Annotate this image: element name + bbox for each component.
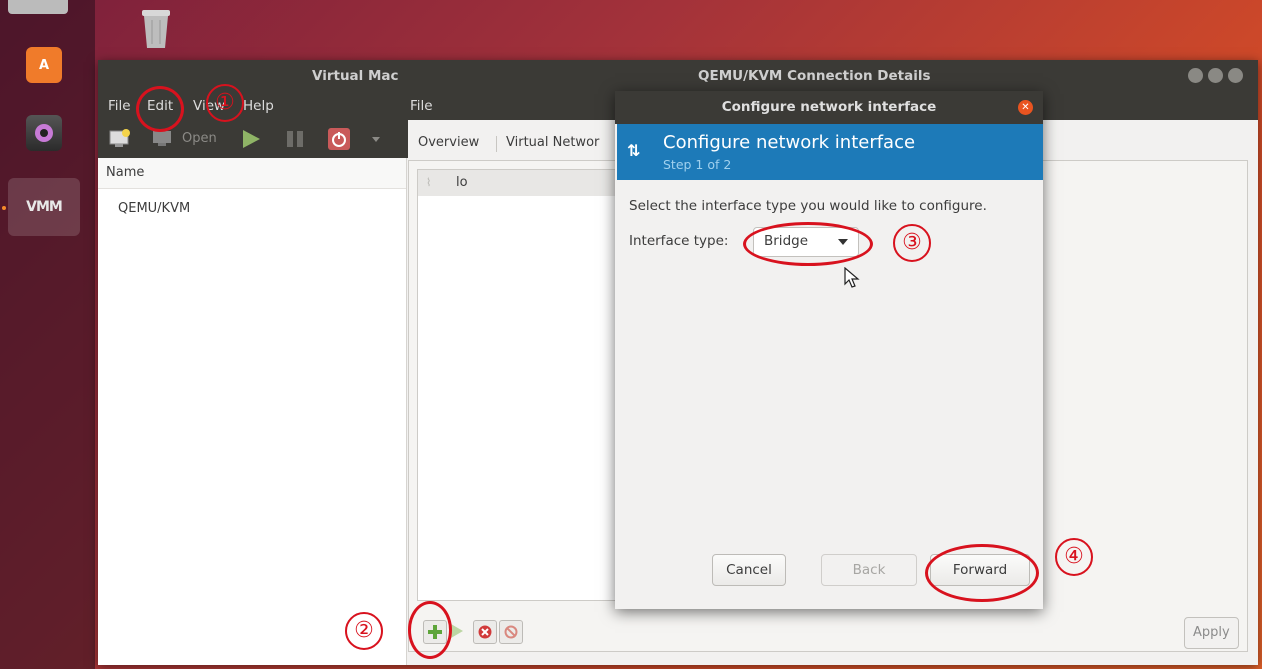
manager-title: Virtual Mac: [312, 68, 399, 84]
stop-interface-button[interactable]: [473, 620, 497, 644]
dock: A VMM: [0, 0, 95, 669]
interface-name: lo: [456, 175, 468, 190]
annotation-number-2: ②: [345, 612, 383, 650]
annotation-number-1: ①: [206, 84, 244, 122]
maximize-button[interactable]: [1208, 68, 1223, 83]
interface-type-label: Interface type:: [629, 233, 729, 249]
tab-separator: [496, 136, 497, 152]
webcam-launcher[interactable]: [8, 104, 80, 162]
dock-top-icon[interactable]: [8, 0, 68, 14]
dialog-title: Configure network interface: [615, 91, 1043, 124]
menu-file[interactable]: File: [108, 98, 131, 114]
network-interface-icon: ⇅: [627, 141, 641, 160]
dock-running-indicator: [2, 206, 6, 210]
stop-icon: [478, 625, 492, 639]
banner-title: Configure network interface: [663, 132, 916, 153]
annotation-ring-edit: [136, 86, 184, 132]
virt-manager-launcher[interactable]: VMM: [8, 178, 80, 236]
back-button[interactable]: Back: [821, 554, 917, 586]
open-button-label[interactable]: Open: [182, 131, 217, 146]
configure-network-interface-dialog: Configure network interface ✕ ⇅ Configur…: [615, 91, 1043, 609]
close-window-button[interactable]: [1228, 68, 1243, 83]
interface-list: ⌇ lo: [417, 169, 644, 601]
interface-row-lo[interactable]: ⌇ lo: [418, 170, 643, 196]
name-column-header[interactable]: Name: [106, 165, 144, 180]
trash-icon[interactable]: [138, 6, 174, 50]
delete-interface-button[interactable]: [499, 620, 523, 644]
run-vm-icon[interactable]: [240, 129, 262, 153]
details-title: QEMU/KVM Connection Details: [698, 68, 931, 84]
banner-step: Step 1 of 2: [663, 157, 732, 172]
minimize-button[interactable]: [1188, 68, 1203, 83]
apply-button[interactable]: Apply: [1184, 617, 1239, 649]
dialog-banner: ⇅ Configure network interface Step 1 of …: [617, 124, 1043, 180]
list-header: Name: [98, 158, 406, 189]
delete-icon: [504, 625, 518, 639]
webcam-icon: [26, 115, 62, 151]
mouse-cursor-icon: [844, 266, 860, 293]
menu-help[interactable]: Help: [243, 98, 274, 114]
network-icon: ⌇: [426, 176, 432, 189]
shutdown-vm-icon[interactable]: [328, 128, 350, 150]
connection-row-qemu-kvm[interactable]: QEMU/KVM: [118, 201, 190, 216]
annotation-number-3: ③: [893, 224, 931, 262]
pause-vm-icon[interactable]: [284, 129, 306, 153]
cancel-button[interactable]: Cancel: [712, 554, 786, 586]
software-store-launcher[interactable]: A: [8, 36, 80, 94]
tab-virtual-networks[interactable]: Virtual Networ: [498, 130, 607, 156]
tab-overview[interactable]: Overview: [410, 130, 487, 156]
shutdown-menu-chevron-down-icon[interactable]: [372, 137, 380, 142]
details-menu-file[interactable]: File: [410, 98, 433, 114]
window-titlebar: Virtual Mac QEMU/KVM Connection Details: [98, 60, 1258, 92]
software-store-icon: A: [26, 47, 62, 83]
new-vm-icon[interactable]: [108, 128, 132, 150]
annotation-number-4: ④: [1055, 538, 1093, 576]
annotation-ring-add: [408, 601, 452, 659]
virt-manager-icon: VMM: [26, 199, 63, 215]
open-vm-icon[interactable]: [152, 129, 174, 149]
connection-list: Name QEMU/KVM: [98, 158, 407, 665]
instruction-text: Select the interface type you would like…: [629, 198, 987, 214]
annotation-ring-interface-type: [743, 222, 873, 266]
dialog-close-icon[interactable]: ✕: [1018, 100, 1033, 115]
annotation-ring-forward: [925, 544, 1039, 602]
